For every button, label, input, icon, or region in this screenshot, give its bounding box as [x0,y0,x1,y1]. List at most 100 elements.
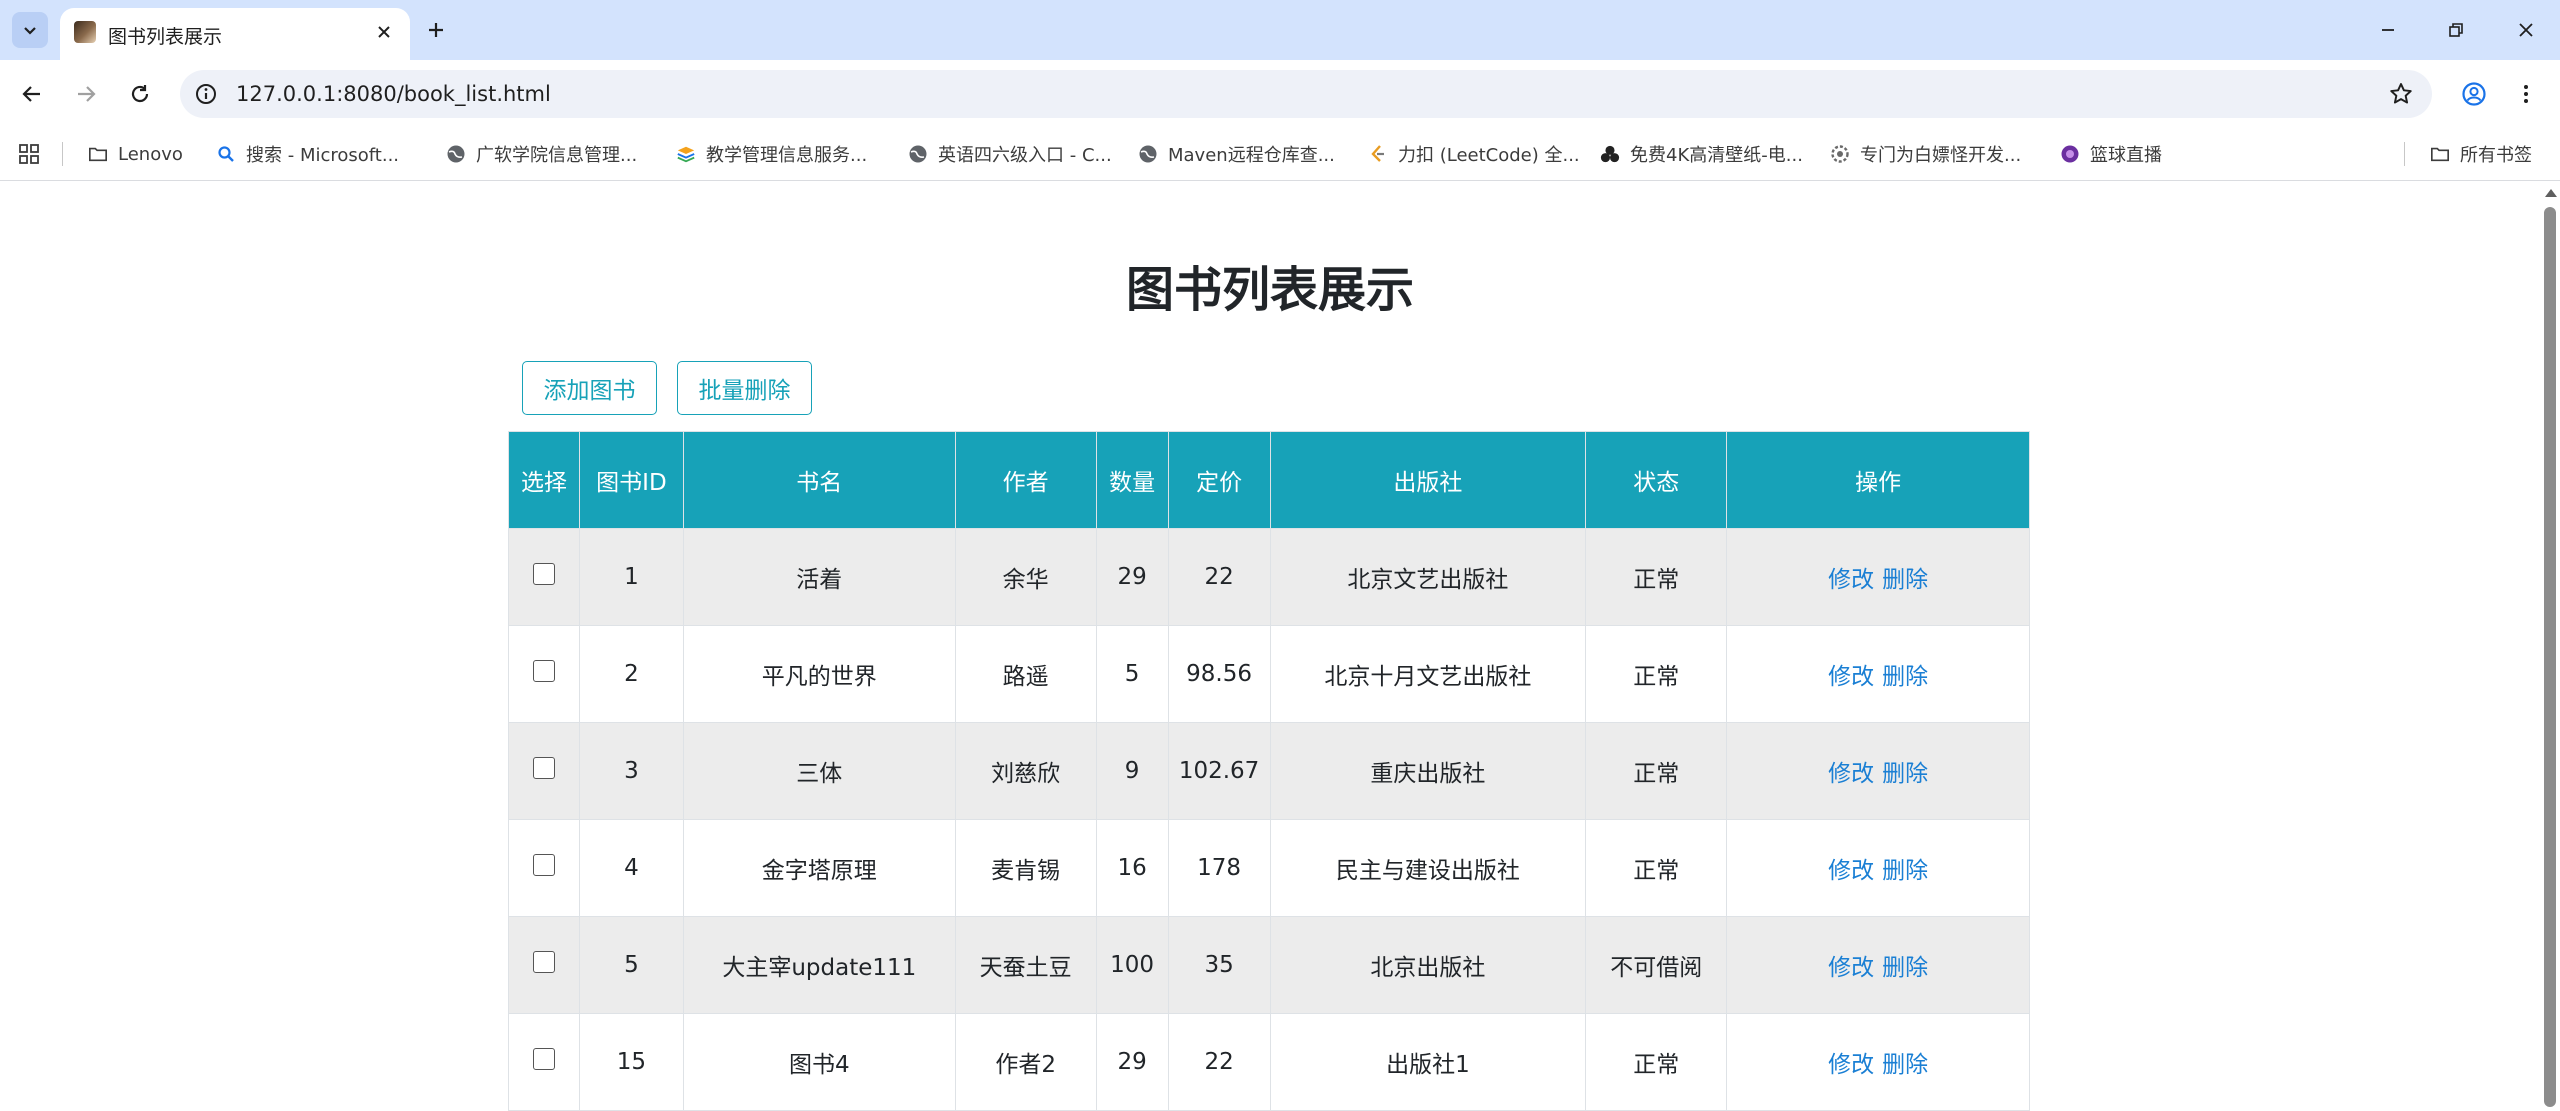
restore-icon [2449,23,2463,37]
book-publisher: 北京十月文艺出版社 [1269,625,1587,723]
row-checkbox[interactable] [532,853,555,876]
book-price: 102.67 [1167,722,1271,820]
stack-icon [676,144,696,164]
reload-icon [131,85,149,103]
table-header-row: 选择 图书ID 书名 作者 数量 定价 出版社 状态 操作 [508,431,2030,529]
table-row: 1 活着 余华 29 22 北京文艺出版社 正常 修改 删除 [508,528,2030,626]
tab-title: 图书列表展示 [108,26,223,48]
book-id: 1 [578,528,684,626]
book-price: 22 [1167,528,1271,626]
bookmark-item[interactable]: 篮球直播 [2060,140,2162,168]
bookmark-item[interactable]: 英语四六级入口 - C... [908,140,1112,168]
book-publisher: 重庆出版社 [1269,722,1587,820]
profile-button[interactable] [2456,76,2492,112]
column-header-actions: 操作 [1726,431,2030,529]
delete-link[interactable]: 删除 [1882,1052,1928,1078]
batch-delete-button[interactable]: 批量删除 [677,361,812,415]
column-header-price: 定价 [1167,431,1271,529]
close-window-button[interactable] [2506,10,2546,50]
delete-link[interactable]: 删除 [1882,567,1928,593]
actions-cell: 修改 删除 [1726,1013,2030,1111]
edit-link[interactable]: 修改 [1828,664,1874,690]
edit-link[interactable]: 修改 [1828,567,1874,593]
reload-button[interactable] [122,76,158,112]
menu-button[interactable] [2508,76,2544,112]
row-checkbox[interactable] [532,1047,555,1070]
tab-close-button[interactable] [372,20,396,44]
actions-cell: 修改 删除 [1726,625,2030,723]
delete-link[interactable]: 删除 [1882,955,1928,981]
active-tab[interactable]: 图书列表展示 [60,8,410,60]
bookmark-item[interactable]: 搜索 - Microsoft... [216,140,399,168]
row-checkbox[interactable] [532,562,555,585]
book-count: 5 [1095,625,1169,723]
bookmark-item[interactable]: 专门为白嫖怪开发... [1830,140,2021,168]
apps-button[interactable] [18,140,40,168]
back-button[interactable] [14,76,50,112]
arrow-right-icon [78,86,96,102]
delete-link[interactable]: 删除 [1882,858,1928,884]
book-price: 35 [1167,916,1271,1014]
globe-icon [1138,144,1158,164]
book-author: 刘慈欣 [954,722,1097,820]
bookmark-item[interactable]: Maven远程仓库查... [1138,140,1335,168]
select-cell [508,819,580,917]
book-publisher: 出版社1 [1269,1013,1587,1111]
bookmark-label: 专门为白嫖怪开发... [1860,145,2022,166]
bookmark-label: 广软学院信息管理... [476,145,638,166]
bookmark-item[interactable]: Lenovo [88,140,183,168]
bookmark-item[interactable]: 广软学院信息管理... [446,140,637,168]
forward-button[interactable] [68,76,104,112]
page-title: 图书列表展示 [1125,262,1414,318]
star-icon[interactable] [2388,81,2414,107]
book-count: 100 [1095,916,1169,1014]
row-checkbox[interactable] [532,659,555,682]
chevron-down-icon [24,27,36,35]
url-text[interactable]: 127.0.0.1:8080/book_list.html [236,82,551,106]
edit-link[interactable]: 修改 [1828,955,1874,981]
book-status: 正常 [1585,528,1728,626]
minimize-button[interactable] [2368,10,2408,50]
page-content: 图书列表展示 添加图书 批量删除 选择 图书ID 书名 作者 数量 定价 出版社… [0,181,2540,1111]
vertical-scrollbar[interactable] [2540,181,2560,1107]
bookmark-label: 免费4K高清壁纸-电... [1630,145,1803,166]
bookmark-item[interactable]: 免费4K高清壁纸-电... [1600,140,1803,168]
table-row: 3 三体 刘慈欣 9 102.67 重庆出版社 正常 修改 删除 [508,722,2030,820]
delete-link[interactable]: 删除 [1882,761,1928,787]
book-id: 5 [578,916,684,1014]
book-count: 29 [1095,528,1169,626]
edit-link[interactable]: 修改 [1828,858,1874,884]
scroll-up-arrow-icon[interactable] [2545,189,2557,197]
bookmark-label: 教学管理信息服务... [706,145,868,166]
book-id: 15 [578,1013,684,1111]
column-header-publisher: 出版社 [1269,431,1587,529]
browser-toolbar: 127.0.0.1:8080/book_list.html [0,60,2560,128]
address-bar[interactable]: 127.0.0.1:8080/book_list.html [180,70,2432,118]
info-icon[interactable] [194,82,218,106]
actions-cell: 修改 删除 [1726,819,2030,917]
scroll-thumb[interactable] [2544,207,2556,1107]
actions-cell: 修改 删除 [1726,528,2030,626]
book-name: 金字塔原理 [682,819,956,917]
row-checkbox[interactable] [532,950,555,973]
delete-link[interactable]: 删除 [1882,664,1928,690]
add-book-button[interactable]: 添加图书 [522,361,657,415]
all-bookmarks-button[interactable]: 所有书签 [2430,140,2532,168]
select-cell [508,528,580,626]
bookmark-label: 搜索 - Microsoft... [246,145,400,166]
column-header-id: 图书ID [578,431,684,529]
new-tab-button[interactable] [420,14,452,46]
edit-link[interactable]: 修改 [1828,761,1874,787]
bookmark-item[interactable]: 教学管理信息服务... [676,140,867,168]
restore-button[interactable] [2436,10,2476,50]
bookmark-item[interactable]: 力扣 (LeetCode) 全... [1368,140,1580,168]
edit-link[interactable]: 修改 [1828,1052,1874,1078]
bookmark-label: Maven远程仓库查... [1168,145,1335,166]
actions-cell: 修改 删除 [1726,916,2030,1014]
select-cell [508,722,580,820]
actions-cell: 修改 删除 [1726,722,2030,820]
book-status: 不可借阅 [1585,916,1728,1014]
row-checkbox[interactable] [532,756,555,779]
book-status: 正常 [1585,625,1728,723]
tab-search-button[interactable] [12,12,48,48]
